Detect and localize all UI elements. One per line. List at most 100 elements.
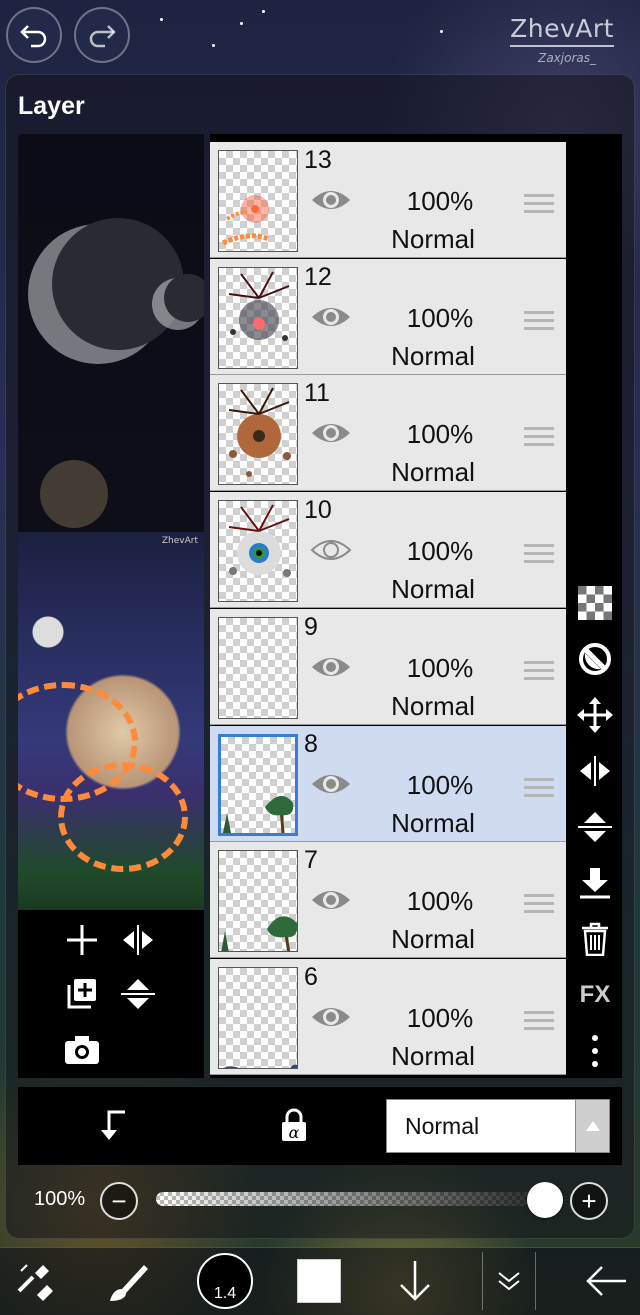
drag-handle-icon[interactable]	[524, 544, 554, 566]
merge-down-button[interactable]	[574, 862, 616, 904]
layer-number: 12	[304, 262, 332, 291]
drag-handle-icon[interactable]	[524, 894, 554, 916]
layer-row-11[interactable]: 11 100% Normal	[210, 375, 566, 492]
visibility-toggle[interactable]	[310, 770, 352, 798]
star	[240, 22, 243, 25]
move-arrows-icon	[577, 697, 613, 733]
layer-blend-mode: Normal	[391, 1040, 475, 1071]
preview-watermark: ZhevArt	[161, 536, 198, 546]
layer-number: 13	[304, 146, 332, 174]
flip-vertical-button[interactable]	[116, 972, 160, 1016]
drag-handle-icon[interactable]	[524, 1010, 554, 1033]
opacity-decrease-button[interactable]: −	[100, 1182, 138, 1220]
layer-thumbnail[interactable]	[218, 966, 298, 1069]
brush-tool-button[interactable]	[100, 1252, 156, 1310]
flip-vertical-icon	[121, 979, 155, 1009]
layer-number: 10	[304, 496, 332, 525]
layer-thumbnail[interactable]	[218, 500, 298, 603]
camera-button[interactable]	[60, 1028, 104, 1072]
layer-thumbnail[interactable]	[218, 383, 298, 486]
menu-collapse-button[interactable]	[482, 1252, 536, 1310]
brush-size-button[interactable]: 1.4	[196, 1252, 254, 1310]
layer-thumbnail[interactable]	[218, 733, 298, 836]
blend-mode-value: Normal	[405, 1112, 480, 1139]
redo-button[interactable]	[74, 7, 130, 63]
layer-thumbnail-art	[223, 795, 294, 833]
artist-watermark: ZhevArt Zaxjoras_	[510, 14, 614, 65]
layer-row-12[interactable]: 12 100% Normal	[210, 258, 566, 375]
panel-title: Layer	[18, 92, 85, 120]
transparency-button[interactable]	[574, 582, 616, 624]
layer-opacity: 100%	[406, 1002, 474, 1033]
more-vertical-icon	[592, 1035, 598, 1067]
opacity-slider-handle[interactable]	[527, 1182, 563, 1218]
layer-blend-mode: Normal	[391, 457, 475, 488]
canvas-thumbnail[interactable]: ZhevArt	[18, 532, 204, 910]
clear-layer-button[interactable]	[574, 638, 616, 680]
clipping-button[interactable]	[90, 1103, 134, 1147]
layer-thumbnail-art	[223, 1064, 297, 1068]
layer-row-8[interactable]: 8 100% Normal	[210, 725, 566, 842]
drag-handle-icon[interactable]	[524, 310, 554, 333]
visibility-toggle[interactable]	[310, 186, 352, 214]
layer-blend-mode: Normal	[391, 690, 475, 721]
opacity-increase-button[interactable]: +	[570, 1182, 608, 1220]
flip-layer-horizontal-button[interactable]	[574, 750, 616, 792]
layer-thumbnail[interactable]	[218, 266, 298, 369]
eye-icon	[310, 657, 352, 685]
add-layer-button[interactable]	[60, 918, 104, 962]
visibility-toggle[interactable]	[310, 303, 352, 331]
visibility-toggle[interactable]	[310, 653, 352, 681]
layer-blend-mode: Normal	[391, 924, 475, 955]
trash-icon	[582, 922, 608, 956]
visibility-toggle[interactable]	[310, 419, 352, 447]
layer-opacity: 100%	[406, 886, 474, 917]
drag-handle-icon[interactable]	[524, 427, 554, 449]
eye-icon	[310, 774, 352, 802]
undo-button[interactable]	[6, 7, 62, 63]
visibility-toggle[interactable]	[310, 536, 352, 564]
move-button[interactable]	[574, 694, 616, 736]
flip-horizontal-button[interactable]	[116, 918, 160, 962]
visibility-toggle[interactable]	[310, 886, 352, 914]
layer-row-6[interactable]: 6 100% Normal	[210, 958, 566, 1075]
layer-opacity: 100%	[406, 186, 474, 216]
flip-layer-vertical-button[interactable]	[574, 806, 616, 848]
star	[160, 18, 163, 21]
back-button[interactable]	[578, 1252, 634, 1310]
visibility-toggle[interactable]	[310, 1003, 352, 1031]
eye-icon	[310, 891, 352, 918]
color-button[interactable]	[296, 1252, 342, 1310]
layer-list[interactable]: 13 100% Normal 12 100% Normal 11 100% Normal 10 10…	[210, 134, 568, 1078]
duplicate-layer-button[interactable]	[60, 972, 104, 1016]
fx-button[interactable]: FX	[574, 974, 616, 1016]
layer-thumbnail[interactable]	[218, 150, 298, 252]
layer-row-13[interactable]: 13 100% Normal	[210, 142, 566, 258]
layer-row-9[interactable]: 9 100% Normal	[210, 608, 566, 725]
more-options-button[interactable]	[574, 1030, 616, 1072]
layer-row-10[interactable]: 10 100% Normal	[210, 492, 566, 609]
blend-mode-dropdown-arrow[interactable]	[575, 1100, 609, 1152]
arrow-down-icon	[400, 1261, 430, 1301]
layer-thumbnail-art	[221, 916, 297, 952]
layer-opacity: 100%	[406, 302, 474, 333]
svg-text:α: α	[289, 1123, 300, 1142]
drag-handle-icon[interactable]	[524, 194, 554, 216]
eye-icon	[310, 307, 352, 335]
layer-opacity: 100%	[406, 769, 474, 800]
layer-blend-mode: Normal	[391, 224, 475, 254]
drag-handle-icon[interactable]	[524, 660, 554, 683]
layer-thumbnail-art	[228, 387, 291, 478]
drag-handle-icon[interactable]	[524, 777, 554, 800]
layer-thumbnail[interactable]	[218, 850, 298, 953]
tool-switch-button[interactable]	[10, 1252, 60, 1310]
arrow-left-icon	[586, 1266, 626, 1296]
blend-mode-select[interactable]: Normal	[386, 1099, 610, 1153]
layer-down-button[interactable]	[390, 1252, 440, 1310]
alpha-lock-button[interactable]: α	[272, 1103, 316, 1147]
layer-thumbnail[interactable]	[218, 616, 298, 719]
delete-layer-button[interactable]	[574, 918, 616, 960]
opacity-slider[interactable]	[156, 1192, 552, 1206]
layer-row-7[interactable]: 7 100% Normal	[210, 842, 566, 959]
layer-number: 8	[304, 729, 318, 758]
